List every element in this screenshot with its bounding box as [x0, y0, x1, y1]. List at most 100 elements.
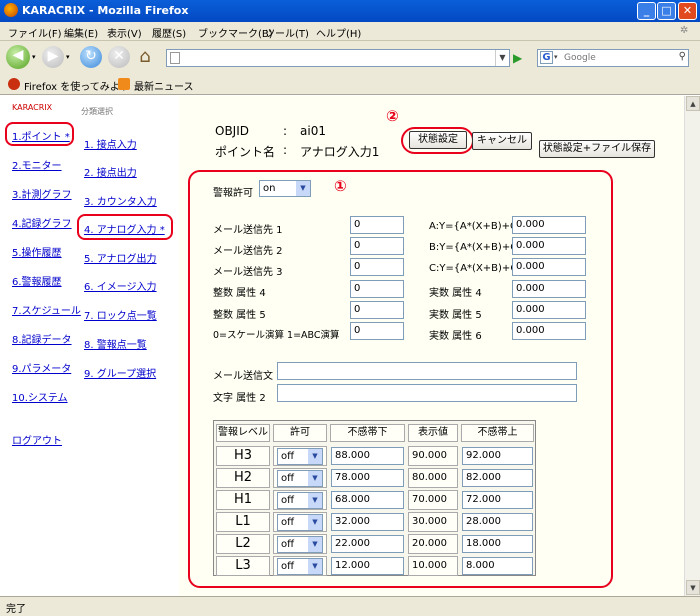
- coef-b-input[interactable]: 0.000: [512, 237, 586, 255]
- google-engine-icon[interactable]: G: [540, 51, 553, 64]
- scroll-up-icon[interactable]: ▲: [686, 96, 700, 111]
- sidebar-item-system[interactable]: 10.システム: [12, 389, 68, 404]
- level-lower-input[interactable]: 22.000: [331, 535, 404, 553]
- level-name: H2: [216, 468, 270, 488]
- sidebar-item-record-graph[interactable]: 4.記録グラフ: [12, 215, 72, 230]
- level-display-value: 80.000: [408, 468, 458, 488]
- mail-dest-3-label: メール送信先 3: [213, 267, 283, 278]
- vertical-scrollbar[interactable]: ▲ ▼: [684, 96, 700, 596]
- level-upper-input[interactable]: 18.000: [462, 535, 533, 553]
- search-input[interactable]: [564, 51, 672, 65]
- level-upper-input[interactable]: 28.000: [462, 513, 533, 531]
- level-enable-select[interactable]: off ▼: [277, 536, 323, 553]
- bookmark-latest-news[interactable]: 最新ニュース: [134, 78, 194, 93]
- forward-dropdown-icon[interactable]: ▾: [66, 53, 70, 61]
- alarm-enable-select[interactable]: on ▼: [259, 180, 311, 197]
- menu-history[interactable]: 履歴(S): [152, 25, 186, 40]
- mail-dest-1-input[interactable]: 0: [350, 216, 404, 234]
- category-counter-input[interactable]: 3. カウンタ入力: [84, 193, 157, 208]
- search-icon[interactable]: ⚲: [679, 51, 686, 62]
- bookmarks-toolbar: Firefox を使ってみよう 最新ニュース: [0, 73, 700, 95]
- go-icon[interactable]: ▶: [513, 51, 522, 65]
- menu-edit[interactable]: 編集(E): [64, 25, 98, 40]
- search-field[interactable]: G ▾ ⚲: [537, 49, 689, 67]
- real-attr-4-input[interactable]: 0.000: [512, 280, 586, 298]
- level-lower-input[interactable]: 68.000: [331, 491, 404, 509]
- sidebar-item-parameter[interactable]: 9.パラメータ: [12, 360, 71, 375]
- level-upper-input[interactable]: 92.000: [462, 447, 533, 465]
- real-attr-5-input[interactable]: 0.000: [512, 301, 586, 319]
- text-attr-2-label: 文字 属性 2: [213, 393, 266, 404]
- level-lower-input[interactable]: 12.000: [331, 557, 404, 575]
- int-attr-5-input[interactable]: 0: [350, 301, 404, 319]
- mail-dest-2-input[interactable]: 0: [350, 237, 404, 255]
- coef-a-input[interactable]: 0.000: [512, 216, 586, 234]
- point-name-value: アナログ入力1: [300, 145, 380, 159]
- mail-dest-1-label: メール送信先 1: [213, 225, 283, 236]
- cancel-button[interactable]: キャンセル: [472, 132, 532, 150]
- url-field[interactable]: ▼: [166, 49, 510, 67]
- mail-text-input[interactable]: [277, 362, 577, 380]
- back-arrow-icon[interactable]: ◀: [6, 45, 30, 69]
- point-name-label: ポイント名: [215, 145, 276, 159]
- reload-icon[interactable]: ↻: [80, 46, 102, 68]
- minimize-button[interactable]: _: [637, 2, 656, 20]
- level-enable-cell: off ▼: [273, 534, 327, 554]
- level-display-value: 90.000: [408, 446, 458, 466]
- level-lower-input[interactable]: 88.000: [331, 447, 404, 465]
- stop-icon[interactable]: ✕: [108, 46, 130, 68]
- real-attr-6-input[interactable]: 0.000: [512, 322, 586, 340]
- level-lower-input[interactable]: 32.000: [331, 513, 404, 531]
- text-attr-2-input[interactable]: [277, 384, 577, 402]
- category-analog-input[interactable]: 4. アナログ入力 *: [84, 221, 165, 236]
- sidebar-item-schedule[interactable]: 7.スケジュール: [12, 302, 81, 317]
- back-dropdown-icon[interactable]: ▾: [32, 53, 36, 61]
- home-icon[interactable]: ⌂: [134, 46, 156, 68]
- category-image-input[interactable]: 6. イメージ入力: [84, 278, 157, 293]
- category-contact-output[interactable]: 2. 接点出力: [84, 164, 137, 179]
- level-enable-select[interactable]: off ▼: [277, 492, 323, 509]
- coef-c-input[interactable]: 0.000: [512, 258, 586, 276]
- scroll-down-icon[interactable]: ▼: [686, 580, 700, 595]
- level-name: L3: [216, 556, 270, 576]
- sidebar-item-record-data[interactable]: 8.記録データ: [12, 331, 72, 346]
- sidebar-item-measure-graph[interactable]: 3.計測グラフ: [12, 186, 72, 201]
- level-enable-select[interactable]: off ▼: [277, 514, 323, 531]
- menu-bookmarks[interactable]: ブックマーク(B): [198, 25, 273, 40]
- logout-link[interactable]: ログアウト: [12, 432, 62, 447]
- category-alarm-list[interactable]: 8. 警報点一覧: [84, 336, 147, 351]
- level-upper-input[interactable]: 72.000: [462, 491, 533, 509]
- int-attr-4-input[interactable]: 0: [350, 280, 404, 298]
- category-group-select[interactable]: 9. グループ選択: [84, 365, 156, 380]
- level-enable-cell: off ▼: [273, 512, 327, 532]
- category-lock-list[interactable]: 7. ロック点一覧: [84, 307, 157, 322]
- sidebar-item-alarm-history[interactable]: 6.警報履歴: [12, 273, 62, 288]
- category-contact-input[interactable]: 1. 接点入力: [84, 136, 137, 151]
- sidebar-item-point[interactable]: 1.ポイント *: [12, 128, 70, 143]
- level-display-value: 20.000: [408, 534, 458, 554]
- engine-dropdown-icon[interactable]: ▾: [554, 53, 558, 61]
- menu-tools[interactable]: ツール(T): [265, 25, 309, 40]
- calc-mode-input[interactable]: 0: [350, 322, 404, 340]
- menu-view[interactable]: 表示(V): [107, 25, 142, 40]
- bookmark-getting-started[interactable]: Firefox を使ってみよう: [24, 78, 130, 93]
- level-enable-select[interactable]: off ▼: [277, 470, 323, 487]
- maximize-button[interactable]: □: [657, 2, 676, 20]
- close-button[interactable]: ✕: [678, 2, 697, 20]
- mail-dest-3-input[interactable]: 0: [350, 258, 404, 276]
- firefox-logo-icon: [4, 3, 18, 17]
- category-analog-output[interactable]: 5. アナログ出力: [84, 250, 157, 265]
- level-lower-input[interactable]: 78.000: [331, 469, 404, 487]
- menu-file[interactable]: ファイル(F): [8, 25, 62, 40]
- url-dropdown-icon[interactable]: ▼: [495, 50, 509, 66]
- level-upper-input[interactable]: 8.000: [462, 557, 533, 575]
- level-enable-select[interactable]: off ▼: [277, 448, 323, 465]
- forward-arrow-icon[interactable]: ▶: [42, 46, 64, 68]
- sidebar-item-monitor[interactable]: 2.モニター: [12, 157, 62, 172]
- sidebar-item-operation-history[interactable]: 5.操作履歴: [12, 244, 62, 259]
- level-upper-input[interactable]: 82.000: [462, 469, 533, 487]
- state-save-file-button[interactable]: 状態設定+ファイル保存: [539, 140, 655, 158]
- state-set-button[interactable]: 状態設定: [409, 131, 467, 149]
- menu-help[interactable]: ヘルプ(H): [316, 25, 361, 40]
- level-enable-select[interactable]: off ▼: [277, 558, 323, 575]
